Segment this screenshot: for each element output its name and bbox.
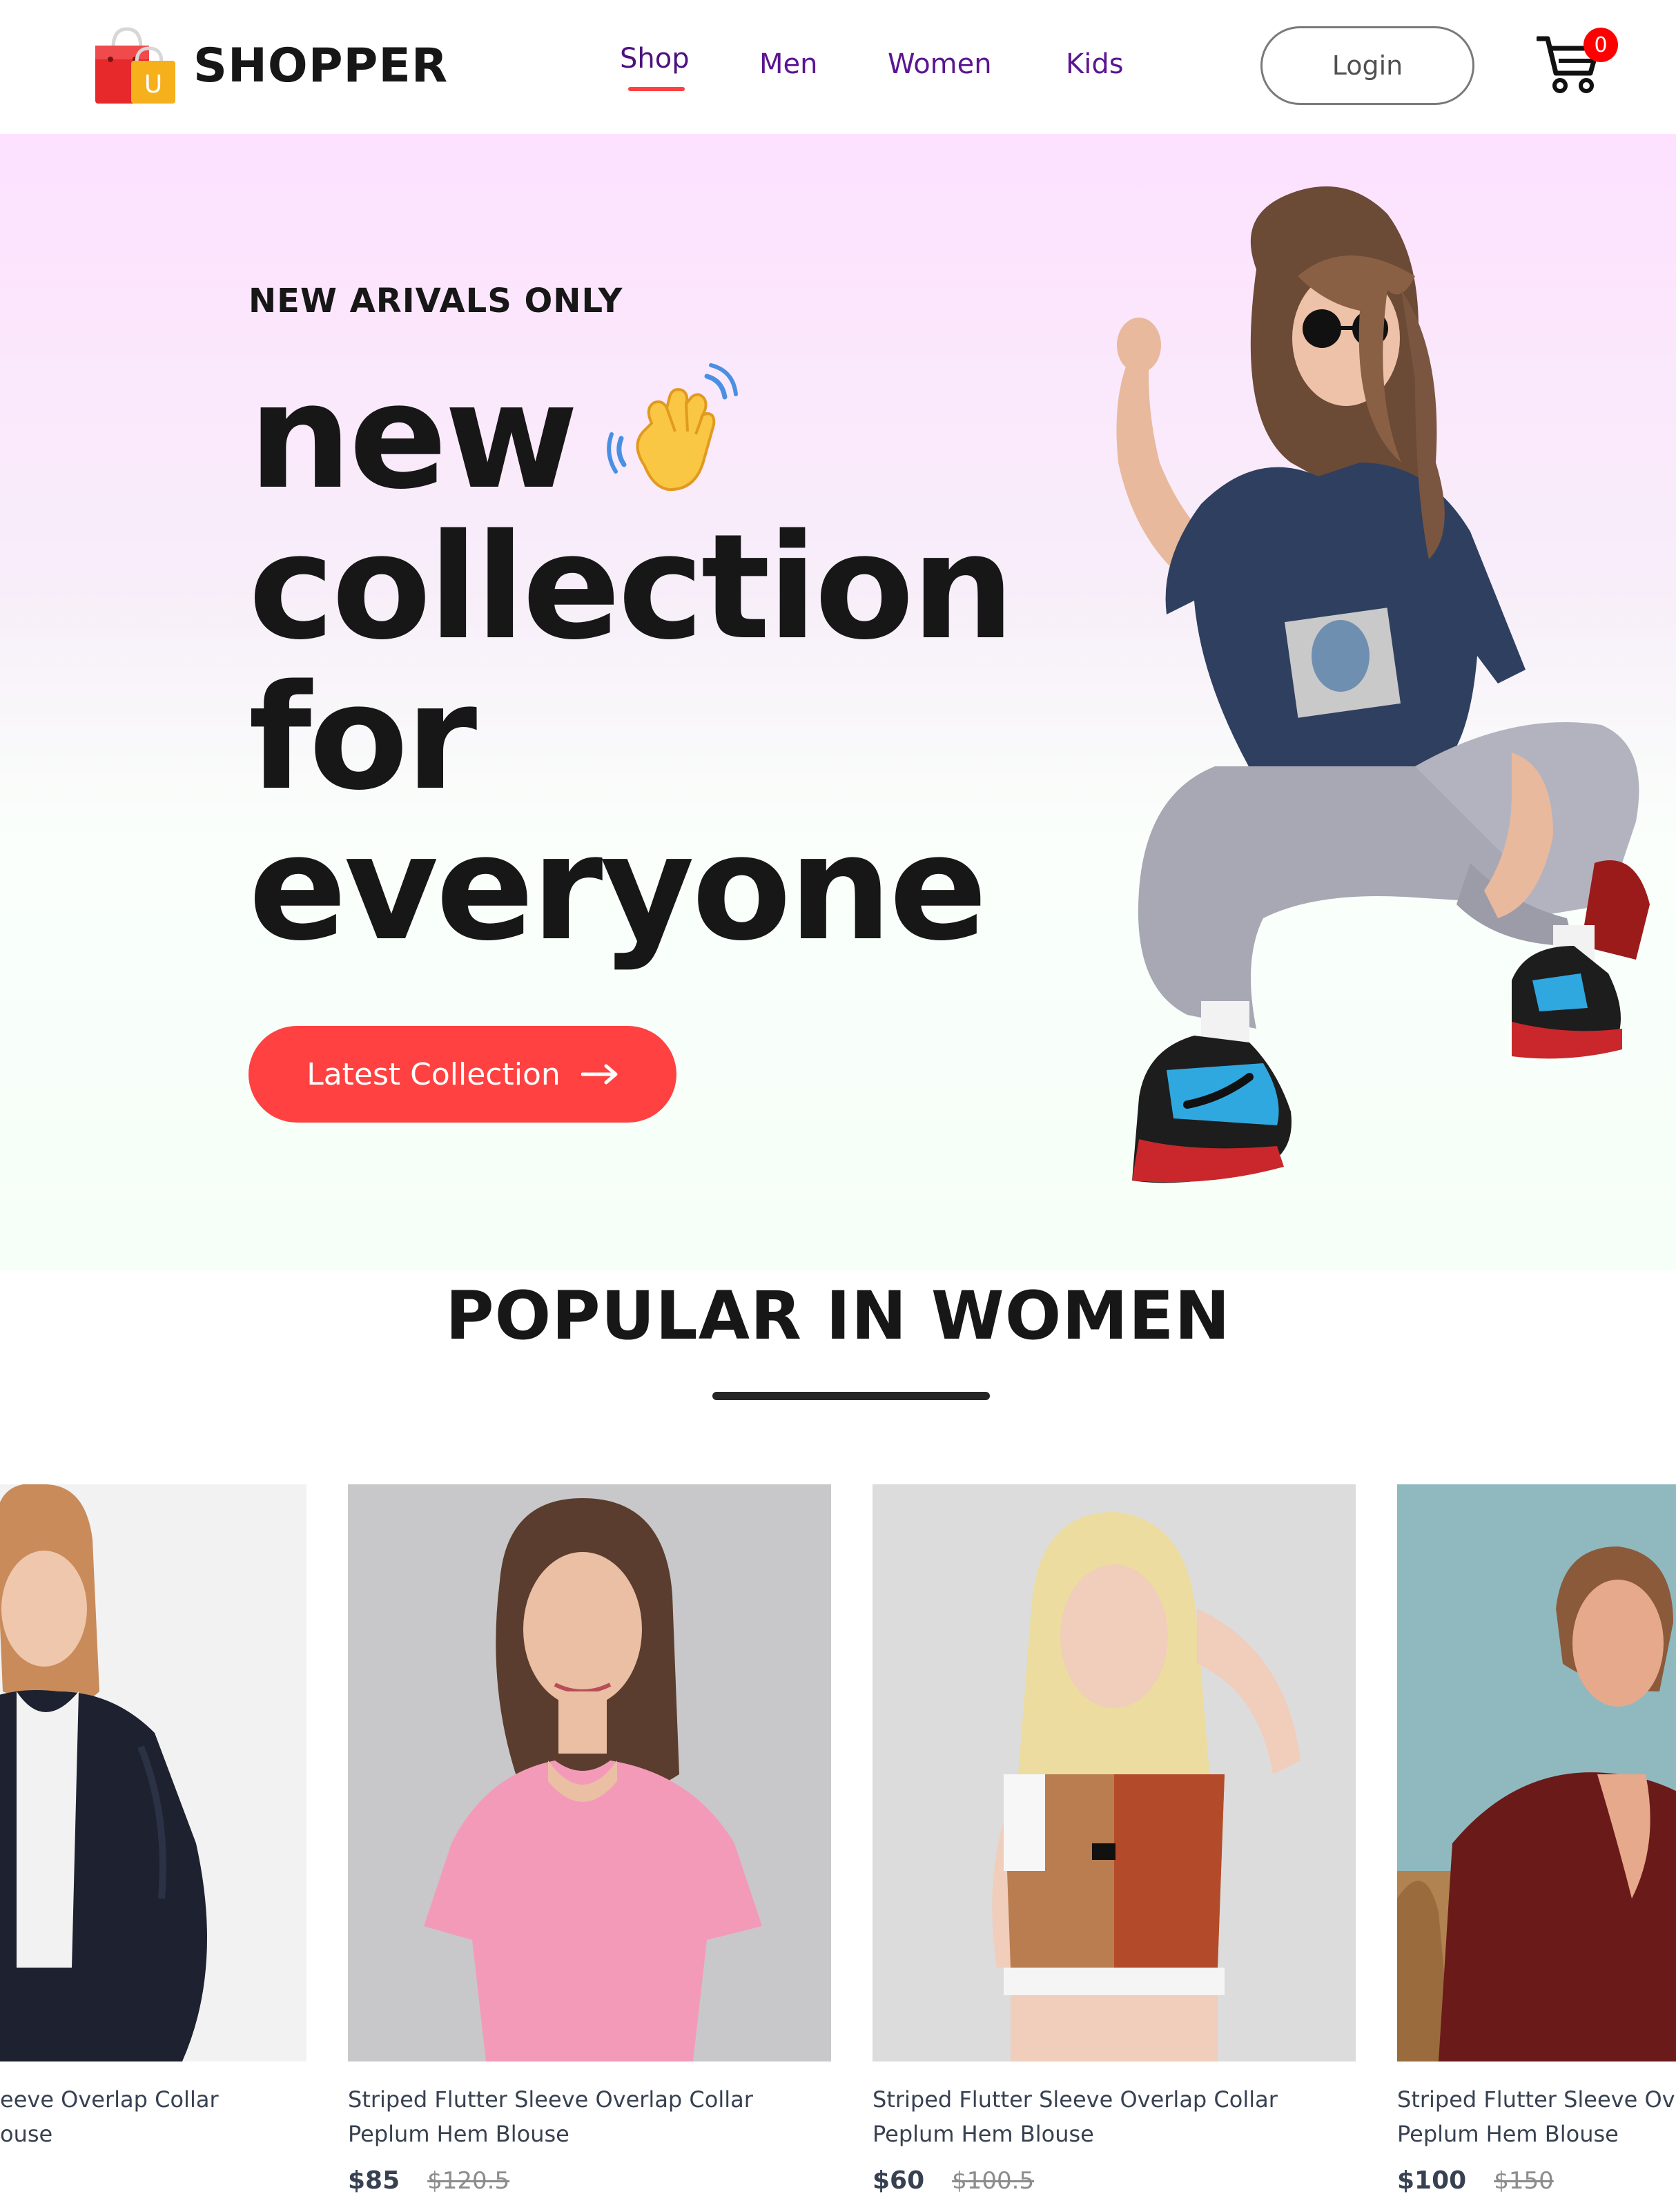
- product-prices: $100 $150: [1397, 2166, 1676, 2195]
- product-name[interactable]: Striped Flutter Sleeve Ove Peplum Hem Bl…: [1397, 2082, 1676, 2151]
- product-prices: $85 $120.5: [348, 2166, 831, 2195]
- arrow-right-icon: [581, 1064, 618, 1085]
- latest-collection-button[interactable]: Latest Collection: [249, 1026, 676, 1123]
- product-name[interactable]: eeve Overlap Collar ouse: [0, 2082, 306, 2151]
- hero-title-line: everyone: [249, 804, 987, 973]
- hero-model-image: [1116, 186, 1650, 1183]
- hero-section: NEW ARIVALS ONLY new collection for ever…: [0, 134, 1676, 1270]
- old-price: $120.5: [427, 2167, 510, 2195]
- hero-kicker: NEW ARIVALS ONLY: [249, 282, 623, 320]
- new-price: $60: [873, 2166, 925, 2195]
- product-image[interactable]: [873, 1484, 1356, 2061]
- product-image[interactable]: [1397, 1484, 1676, 2061]
- section-divider: [712, 1392, 990, 1400]
- cart-button[interactable]: 0: [1537, 28, 1618, 97]
- product-carousel: eeve Overlap Collar ouse Striped Flutter…: [0, 1484, 1676, 2212]
- product-card[interactable]: Striped Flutter Sleeve Overlap Collar Pe…: [873, 1484, 1356, 2195]
- brand-logo[interactable]: U SHOPPER: [92, 25, 448, 106]
- product-name[interactable]: Striped Flutter Sleeve Overlap Collar Pe…: [348, 2082, 831, 2151]
- new-price: $100: [1397, 2166, 1467, 2195]
- svg-text:U: U: [144, 70, 162, 99]
- hero-title-line: for: [249, 653, 477, 822]
- old-price: $150: [1494, 2167, 1554, 2195]
- product-card[interactable]: eeve Overlap Collar ouse: [0, 1484, 306, 2151]
- latest-collection-label: Latest Collection: [306, 1056, 561, 1092]
- navbar: U SHOPPER Shop Men Women Kids Login 0: [0, 0, 1676, 134]
- nav-item-women[interactable]: Women: [888, 48, 992, 80]
- shopping-bags-icon: U: [95, 27, 175, 104]
- new-price: $85: [348, 2166, 400, 2195]
- login-button[interactable]: Login: [1260, 26, 1474, 105]
- product-image[interactable]: [348, 1484, 831, 2061]
- nav-item-shop[interactable]: Shop: [620, 43, 690, 75]
- product-prices: $60 $100.5: [873, 2166, 1356, 2195]
- active-nav-indicator: [628, 87, 685, 91]
- hero-title: new collection for everyone: [249, 362, 1015, 973]
- brand-name: SHOPPER: [193, 38, 449, 93]
- cart-count-badge: 0: [1584, 28, 1618, 62]
- product-name[interactable]: Striped Flutter Sleeve Overlap Collar Pe…: [873, 2082, 1356, 2151]
- old-price: $100.5: [952, 2167, 1035, 2195]
- nav-item-kids[interactable]: Kids: [1066, 48, 1124, 80]
- nav-item-men[interactable]: Men: [759, 48, 817, 80]
- product-card[interactable]: Striped Flutter Sleeve Overlap Collar Pe…: [348, 1484, 831, 2195]
- hero-title-line: collection: [249, 503, 1015, 672]
- popular-section-title: POPULAR IN WOMEN: [445, 1277, 1231, 1355]
- product-image[interactable]: [0, 1484, 306, 2061]
- product-card[interactable]: Striped Flutter Sleeve Ove Peplum Hem Bl…: [1397, 1484, 1676, 2195]
- hero-title-line: new: [249, 362, 1012, 512]
- waving-hand-icon: [607, 363, 738, 492]
